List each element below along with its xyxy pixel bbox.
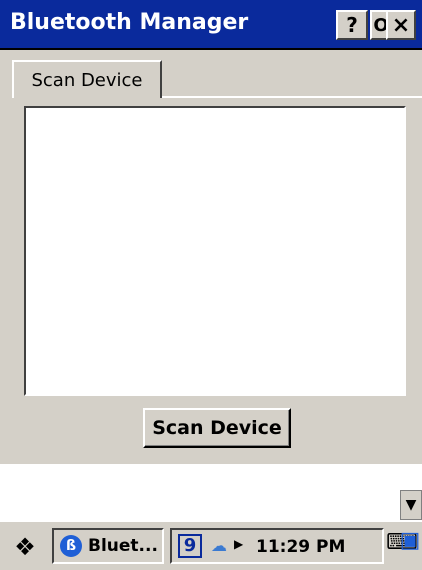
dialog-body: Scan Device Scan Device xyxy=(0,50,422,464)
close-button[interactable]: × xyxy=(386,10,416,40)
taskbar-app-button[interactable]: ß Bluet... xyxy=(52,528,164,564)
window-title: Bluetooth Manager xyxy=(10,10,249,35)
desktop-icon[interactable]: ▣ xyxy=(398,528,422,562)
help-button[interactable]: ? xyxy=(336,10,368,40)
network-icon[interactable]: ☁ xyxy=(208,536,230,556)
scroll-down-icon[interactable]: ▼ xyxy=(400,490,422,520)
system-tray: 9 ☁ ▶ 11:29 PM xyxy=(170,528,384,564)
title-bar: Bluetooth Manager ? OK × xyxy=(0,0,422,50)
tab-scan-device[interactable]: Scan Device xyxy=(12,60,162,98)
taskbar-app-label: Bluet... xyxy=(88,536,158,556)
desktop-area: ▼ xyxy=(0,464,422,520)
screen: Bluetooth Manager ? OK × Scan Device Sca… xyxy=(0,0,422,570)
taskbar: ❖ ß Bluet... 9 ☁ ▶ 11:29 PM ⌨ ▣ xyxy=(0,520,422,570)
bluetooth-icon: ß xyxy=(60,535,82,557)
tab-divider xyxy=(162,96,422,98)
clock[interactable]: 11:29 PM xyxy=(256,536,345,558)
input-mode-icon[interactable]: 9 xyxy=(178,534,202,558)
tray-arrow-icon[interactable]: ▶ xyxy=(234,537,248,555)
device-list[interactable] xyxy=(24,106,406,396)
scan-device-button[interactable]: Scan Device xyxy=(143,408,291,448)
start-menu-icon[interactable]: ❖ xyxy=(8,532,42,562)
